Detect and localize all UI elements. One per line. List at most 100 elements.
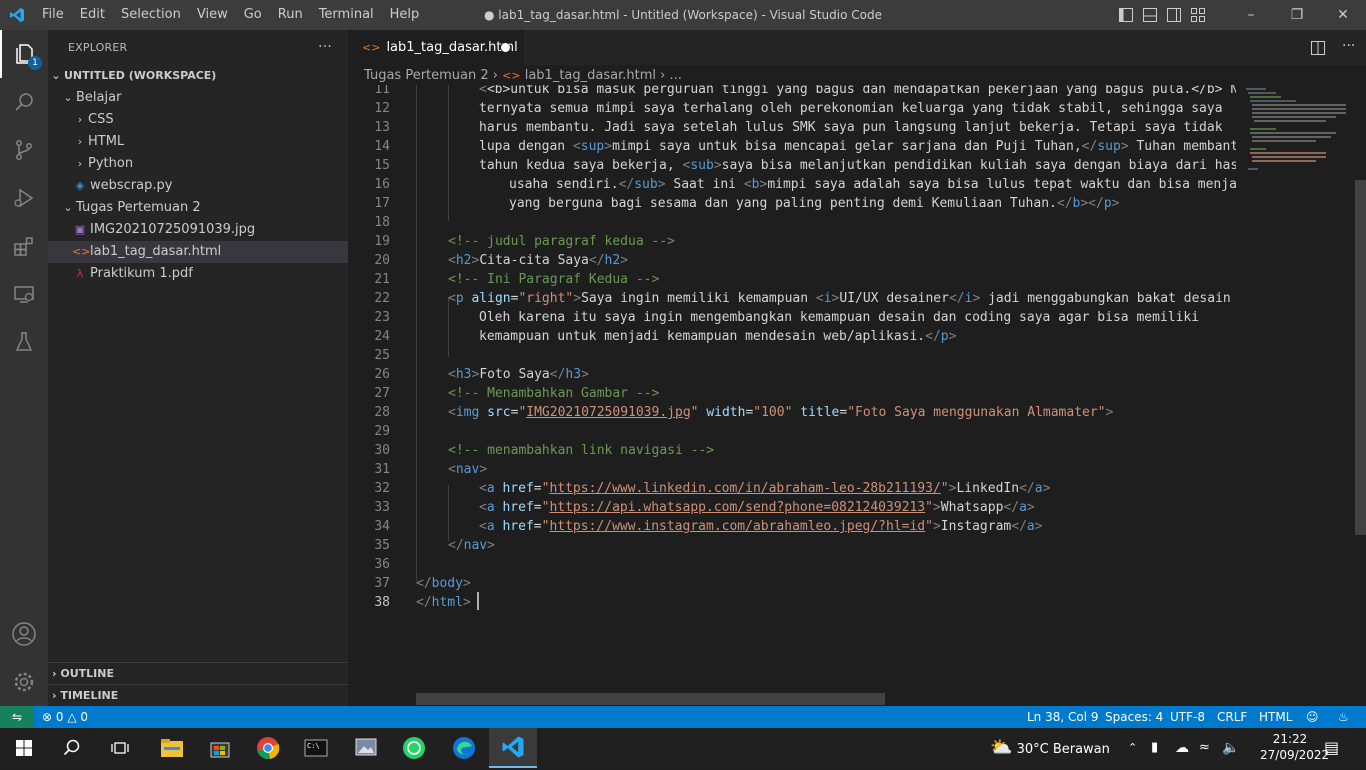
breadcrumb-more[interactable]: ... — [669, 68, 681, 83]
split-editor-icon[interactable] — [1310, 40, 1326, 56]
vertical-scroll-thumb[interactable] — [1355, 180, 1366, 535]
photos-app-icon[interactable] — [342, 728, 390, 768]
run-debug-icon[interactable] — [0, 174, 48, 222]
folder-python[interactable]: › Python — [48, 153, 348, 175]
language-mode[interactable]: HTML — [1259, 706, 1292, 728]
timeline-panel[interactable]: › TIMELINE — [48, 684, 348, 706]
whatsapp-icon[interactable] — [390, 728, 438, 768]
show-hidden-icons-icon[interactable]: ⌃ — [1128, 728, 1137, 768]
taskbar-search-icon[interactable] — [48, 728, 96, 768]
indent-guide — [416, 85, 417, 581]
remote-explorer-icon[interactable] — [0, 270, 48, 318]
code-text: Cita-cita Saya — [479, 253, 589, 268]
line-number: 38 — [374, 595, 390, 610]
chevron-right-icon: › — [492, 68, 503, 83]
microsoft-store-icon[interactable] — [196, 728, 244, 768]
weather-widget[interactable]: ⛅ 30°C Berawan — [990, 728, 1110, 768]
indentation[interactable]: Spaces: 4 — [1105, 706, 1163, 728]
html-file-icon: <> — [362, 41, 381, 54]
toggle-sidebar-icon[interactable] — [1118, 7, 1134, 23]
problems-indicator[interactable]: ⊗ 0 △ 0 — [42, 706, 88, 728]
menu-run[interactable]: Run — [270, 0, 311, 30]
wifi-icon[interactable]: ≈ — [1199, 728, 1210, 768]
edge-icon[interactable] — [440, 728, 488, 768]
html-file-icon: <> — [502, 69, 521, 82]
battery-icon[interactable]: ▮ — [1151, 728, 1158, 768]
vscode-taskbar-icon[interactable] — [489, 728, 537, 768]
customize-layout-icon[interactable] — [1190, 7, 1206, 23]
volume-icon[interactable]: 🔈 — [1222, 728, 1239, 768]
editor-more-actions-icon[interactable]: ··· — [1342, 38, 1355, 54]
minimap-preview — [1246, 88, 1346, 170]
folder-belajar[interactable]: ⌄ Belajar — [48, 87, 348, 109]
workspace-label: UNTITLED (WORKSPACE) — [64, 69, 217, 82]
testing-icon[interactable] — [0, 318, 48, 366]
line-number: 30 — [374, 443, 390, 458]
source-control-icon[interactable] — [0, 126, 48, 174]
menu-selection[interactable]: Selection — [113, 0, 189, 30]
line-number: 19 — [374, 234, 390, 249]
more-actions-icon[interactable]: ··· — [318, 30, 332, 65]
file-explorer-icon[interactable] — [148, 728, 196, 768]
file-pdf[interactable]: λ Praktikum 1.pdf — [48, 263, 348, 285]
folder-tugas-pertemuan-2[interactable]: ⌄ Tugas Pertemuan 2 — [48, 197, 348, 219]
file-image[interactable]: ▣ IMG20210725091039.jpg — [48, 219, 348, 241]
breadcrumb-file[interactable]: lab1_tag_dasar.html — [525, 68, 656, 83]
toggle-panel-icon[interactable] — [1142, 7, 1158, 23]
system-clock[interactable]: 21:22 27/09/2022 — [1260, 731, 1329, 763]
close-icon[interactable]: ✕ — [1320, 0, 1366, 30]
indent-guide — [448, 85, 449, 221]
menu-help[interactable]: Help — [382, 0, 428, 30]
chrome-icon[interactable] — [244, 728, 292, 768]
notifications-bell-icon[interactable]: ♨ — [1338, 706, 1349, 728]
folder-css[interactable]: › CSS — [48, 109, 348, 131]
code-link[interactable]: https://www.linkedin.com/in/abraham-leo-… — [549, 481, 940, 496]
minimize-icon[interactable]: – — [1228, 0, 1274, 30]
encoding[interactable]: UTF-8 — [1170, 706, 1205, 728]
code-link[interactable]: IMG20210725091039.jpg — [526, 405, 690, 420]
accounts-icon[interactable] — [0, 610, 48, 658]
file-webscrap[interactable]: ◈ webscrap.py — [48, 175, 348, 197]
outline-panel[interactable]: › OUTLINE — [48, 662, 348, 684]
code-link[interactable]: https://www.instagram.com/abrahamleo.jpe… — [549, 519, 925, 534]
folder-html[interactable]: › HTML — [48, 131, 348, 153]
cursor-position[interactable]: Ln 38, Col 9 — [1027, 706, 1099, 728]
folder-label: Belajar — [76, 90, 122, 105]
code-line: <p align="right">Saya ingin memiliki kem… — [448, 289, 1236, 308]
windows-start-icon[interactable] — [0, 728, 48, 768]
task-view-icon[interactable] — [96, 728, 144, 768]
line-ending[interactable]: CRLF — [1217, 706, 1247, 728]
explorer-icon[interactable]: 1 — [0, 30, 48, 78]
menu-edit[interactable]: Edit — [72, 0, 113, 30]
explorer-badge: 1 — [28, 56, 42, 70]
vertical-scrollbar[interactable] — [1352, 85, 1366, 706]
code-editor[interactable]: 11 12 13 14 15 16 17 18 19 20 21 22 23 24 25 26 27 28 29 30… — [348, 85, 1236, 706]
line-number: 12 — [374, 101, 390, 116]
code-link[interactable]: https://api.whatsapp.com/send?phone=0821… — [549, 500, 925, 515]
menu-terminal[interactable]: Terminal — [311, 0, 382, 30]
menu-file[interactable]: File — [34, 0, 72, 30]
chevron-down-icon: ⌄ — [63, 91, 73, 104]
onedrive-cloud-icon[interactable]: ☁ — [1175, 728, 1189, 768]
file-lab1-html[interactable]: <>lab1_tag_dasar.html — [48, 241, 348, 263]
manage-gear-icon[interactable] — [0, 658, 48, 706]
terminal-icon[interactable]: C:\ — [292, 728, 340, 768]
line-number: 24 — [374, 329, 390, 344]
unsaved-dot-icon[interactable] — [501, 43, 510, 52]
notification-center-icon[interactable]: ▤ — [1324, 728, 1339, 768]
code-line: <a href="https://www.linkedin.com/in/abr… — [479, 481, 1051, 496]
code-line: <h3>Foto Saya</h3> — [448, 367, 589, 382]
workspace-root[interactable]: ⌄ UNTITLED (WORKSPACE) — [48, 65, 348, 87]
toggle-secondary-sidebar-icon[interactable] — [1166, 7, 1182, 23]
feedback-icon[interactable]: ☺ — [1306, 706, 1319, 728]
minimap[interactable] — [1236, 85, 1352, 706]
breadcrumb-folder[interactable]: Tugas Pertemuan 2 — [364, 68, 489, 83]
horizontal-scroll-thumb[interactable] — [416, 693, 885, 705]
remote-icon[interactable]: ⇋ — [0, 706, 34, 728]
search-icon[interactable] — [0, 78, 48, 126]
extensions-icon[interactable] — [0, 222, 48, 270]
menu-go[interactable]: Go — [236, 0, 270, 30]
tab-lab1-tag-dasar[interactable]: <> lab1_tag_dasar.html — [348, 30, 524, 65]
restore-icon[interactable]: ❐ — [1274, 0, 1320, 30]
menu-view[interactable]: View — [189, 0, 236, 30]
